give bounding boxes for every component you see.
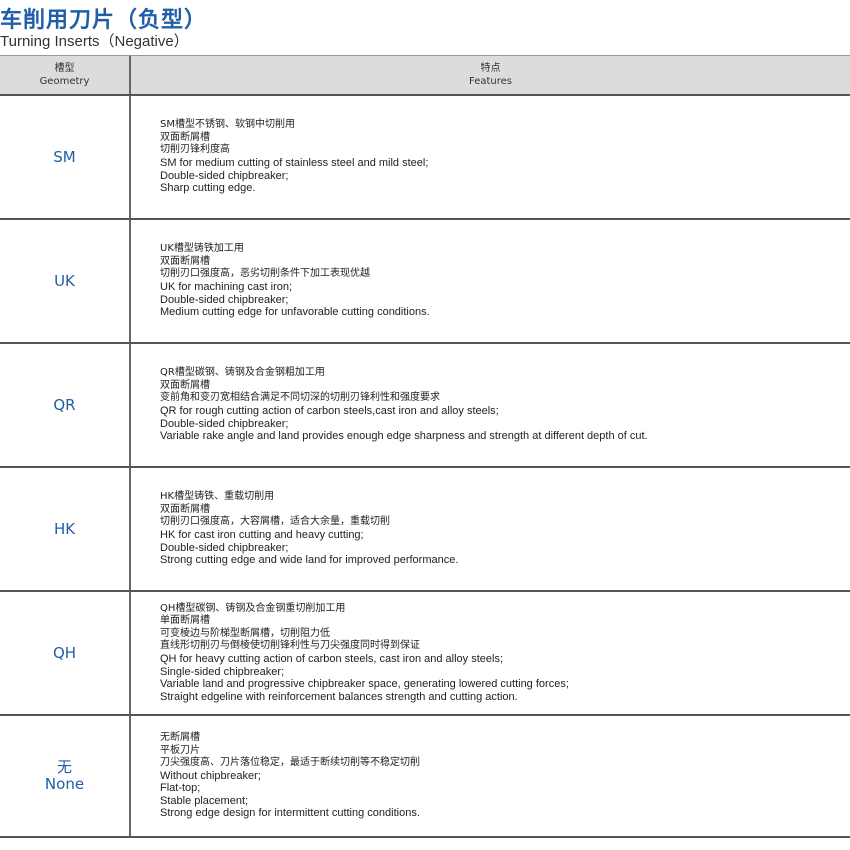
table-header: 槽型 Geometry 特点 Features — [0, 56, 850, 96]
features-cell: QR槽型碳钢、铸钢及合金钢粗加工用 双面断屑槽 变前角和变刃宽相结合满足不同切深的切… — [131, 344, 850, 466]
feature-line: SM for medium cutting of stainless steel… — [160, 157, 429, 169]
feature-line: UK槽型铸铁加工用 — [160, 243, 244, 255]
table-row: QH QH槽型碳钢、铸钢及合金钢重切削加工用 单面断屑槽 可变棱边与阶梯型断屑槽，切削… — [0, 592, 850, 716]
feature-line: 单面断屑槽 — [160, 615, 210, 627]
features-header-en: Features — [469, 76, 512, 87]
features-header: 特点 Features — [131, 56, 850, 94]
feature-line: 变前角和变刃宽相结合满足不同切深的切削刃锋利性和强度要求 — [160, 392, 440, 404]
feature-line: 切削刃口强度高，大容屑槽，适合大余量，重载切削 — [160, 516, 390, 528]
page-subtitle: Turning Inserts（Negative） — [0, 33, 189, 50]
feature-line: HK for cast iron cutting and heavy cutti… — [160, 529, 364, 541]
table-row: HK HK槽型铸铁、重载切削用 双面断屑槽 切削刃口强度高，大容屑槽，适合大余量，重载… — [0, 468, 850, 592]
geometry-code: HK — [53, 519, 76, 538]
geometry-cell: QR — [0, 344, 131, 466]
geometry-code: None — [44, 775, 85, 793]
features-cell: SM槽型不锈钢、软钢中切削用 双面断屑槽 切削刃锋利度高 SM for medium … — [131, 96, 850, 218]
feature-line: QR槽型碳钢、铸钢及合金钢粗加工用 — [160, 367, 325, 379]
feature-line: 双面断屑槽 — [160, 131, 210, 143]
geometry-header-cn: 槽型 — [54, 63, 75, 74]
feature-line: Variable rake angle and land provides en… — [160, 430, 648, 443]
feature-line: 直线形切削刃与倒棱使切削锋利性与刀尖强度同时得到保证 — [160, 640, 420, 652]
feature-line: 切削刃口强度高，恶劣切削条件下加工表现优越 — [160, 268, 370, 280]
table-row: 无 None 无断屑槽 平板刀片 刀尖强度高、刀片落位稳定，最适于断续切削等不稳定切削 W… — [0, 716, 850, 838]
feature-line: 切削刃锋利度高 — [160, 144, 230, 156]
feature-line: Sharp cutting edge. — [160, 182, 256, 195]
feature-line: QH槽型碳钢、铸钢及合金钢重切削加工用 — [160, 602, 346, 614]
geometry-cell: QH — [0, 592, 131, 714]
features-cell: 无断屑槽 平板刀片 刀尖强度高、刀片落位稳定，最适于断续切削等不稳定切削 Withou… — [131, 716, 850, 836]
table-row: UK UK槽型铸铁加工用 双面断屑槽 切削刃口强度高，恶劣切削条件下加工表现优越 UK … — [0, 220, 850, 344]
geometry-cell: HK — [0, 468, 131, 590]
table-row: SM SM槽型不锈钢、软钢中切削用 双面断屑槽 切削刃锋利度高 SM for mediu… — [0, 96, 850, 220]
feature-line: Double-sided chipbreaker; — [160, 293, 289, 306]
table-body: SM SM槽型不锈钢、软钢中切削用 双面断屑槽 切削刃锋利度高 SM for mediu… — [0, 96, 850, 838]
feature-line: Straight edgeline with reinforcement bal… — [160, 690, 518, 703]
features-cell: HK槽型铸铁、重载切削用 双面断屑槽 切削刃口强度高，大容屑槽，适合大余量，重载切削… — [131, 468, 850, 590]
feature-line: Double-sided chipbreaker; — [160, 541, 289, 554]
feature-line: Single-sided chipbreaker; — [160, 665, 285, 678]
feature-line: 平板刀片 — [160, 744, 200, 756]
feature-line: 双面断屑槽 — [160, 503, 210, 515]
feature-line: Strong edge design for intermittent cutt… — [160, 807, 420, 820]
geometry-code: UK — [54, 271, 75, 290]
geometry-header-en: Geometry — [39, 76, 90, 87]
feature-line: Flat-top; — [160, 782, 201, 795]
features-cell: QH槽型碳钢、铸钢及合金钢重切削加工用 单面断屑槽 可变棱边与阶梯型断屑槽，切削阻力… — [131, 592, 850, 714]
feature-line: Variable land and progressive chipbreake… — [160, 678, 569, 691]
feature-line: HK槽型铸铁、重载切削用 — [160, 491, 275, 503]
geometry-header: 槽型 Geometry — [0, 56, 131, 94]
feature-line: SM槽型不锈钢、软钢中切削用 — [160, 119, 295, 131]
feature-line: 双面断屑槽 — [160, 255, 210, 267]
feature-line: Double-sided chipbreaker; — [160, 417, 289, 430]
geometry-code: 无 — [56, 758, 72, 776]
feature-line: Strong cutting edge and wide land for im… — [160, 554, 459, 567]
geometry-cell: 无 None — [0, 716, 131, 836]
feature-line: 无断屑槽 — [160, 731, 200, 743]
geometry-code: SM — [53, 147, 76, 166]
geometry-cell: UK — [0, 220, 131, 342]
feature-line: 可变棱边与阶梯型断屑槽，切削阻力低 — [160, 627, 330, 639]
feature-line: Without chipbreaker; — [160, 769, 261, 782]
table-row: QR QR槽型碳钢、铸钢及合金钢粗加工用 双面断屑槽 变前角和变刃宽相结合满足不同切深… — [0, 344, 850, 468]
geometry-code: QH — [52, 643, 77, 662]
feature-line: Medium cutting edge for unfavorable cutt… — [160, 306, 430, 319]
features-cell: UK槽型铸铁加工用 双面断屑槽 切削刃口强度高，恶劣切削条件下加工表现优越 UK fo… — [131, 220, 850, 342]
geometry-code: QR — [53, 395, 76, 414]
geometry-cell: SM — [0, 96, 131, 218]
feature-line: Stable placement; — [160, 794, 249, 807]
inserts-table: 槽型 Geometry 特点 Features SM SM槽型不锈钢、软钢中切削用… — [0, 55, 850, 838]
feature-line: QH for heavy cutting action of carbon st… — [160, 653, 504, 665]
features-header-cn: 特点 — [480, 63, 501, 74]
feature-line: QR for rough cutting action of carbon st… — [160, 405, 499, 417]
feature-line: 双面断屑槽 — [160, 379, 210, 391]
feature-line: 刀尖强度高、刀片落位稳定，最适于断续切削等不稳定切削 — [160, 757, 420, 769]
feature-line: Double-sided chipbreaker; — [160, 169, 289, 182]
feature-line: UK for machining cast iron; — [160, 281, 293, 293]
